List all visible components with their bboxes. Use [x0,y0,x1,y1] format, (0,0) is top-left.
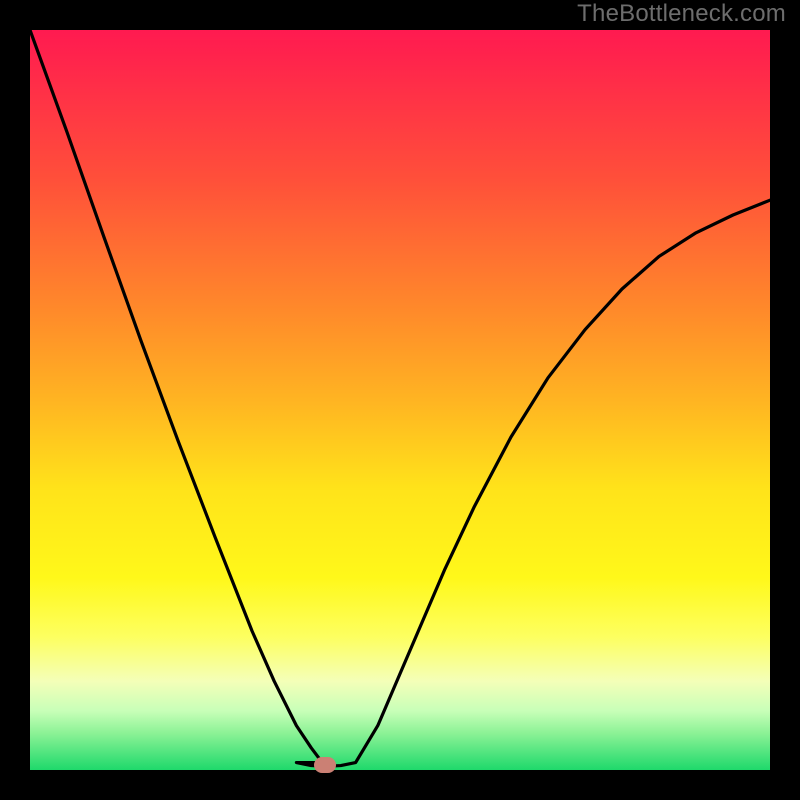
bottleneck-curve [30,30,770,770]
chart-frame: TheBottleneck.com [0,0,800,800]
plot-area [30,30,770,770]
watermark-text: TheBottleneck.com [577,0,786,28]
optimal-point-marker [314,757,336,773]
curve-path [30,30,770,766]
